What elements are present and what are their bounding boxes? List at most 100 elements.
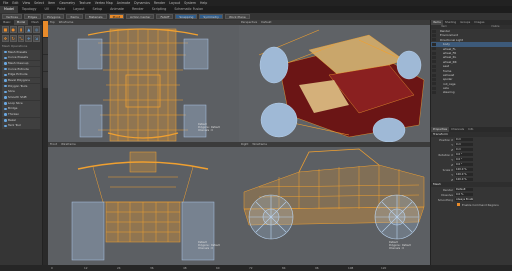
menu-item-edit[interactable]: Edit — [12, 1, 18, 5]
visibility-eye-icon[interactable] — [432, 56, 436, 60]
left-tool-item[interactable]: Smooth Shift — [2, 95, 40, 101]
properties-tab-info[interactable]: Info — [466, 127, 475, 132]
left-tab-model[interactable]: Model — [14, 20, 28, 25]
property-value-field[interactable]: 0 m — [455, 142, 473, 147]
properties-tab-channels[interactable]: Channels — [449, 127, 466, 132]
property-value-field[interactable]: 0 m — [455, 137, 473, 142]
left-tool-item[interactable]: Polygon Tools — [2, 83, 40, 89]
layout-tab-uv[interactable]: UV — [40, 6, 53, 13]
property-value-field[interactable]: 0.0 % — [455, 192, 473, 197]
toolbar-button-items[interactable]: Items — [66, 14, 83, 19]
toolbar-button-polygons[interactable]: Polygons — [43, 14, 65, 19]
toolbar-button-edges[interactable]: Edges — [23, 14, 42, 19]
menu-item-geometry[interactable]: Geometry — [59, 1, 75, 5]
move-icon[interactable]: ✥ — [2, 35, 9, 42]
menu-item-dynamics[interactable]: Dynamics — [134, 1, 150, 5]
viewport-front[interactable]: Front Wireframe Default Polygons : Defau… — [48, 142, 239, 265]
transform-icon[interactable]: ✛ — [25, 35, 33, 42]
item-list-row[interactable]: steering — [431, 90, 512, 94]
left-tool-item[interactable]: Slice — [2, 89, 40, 95]
menu-item-vertex-map[interactable]: Vertex Map — [95, 1, 113, 5]
left-tool-item[interactable]: Curve Extrude — [2, 66, 40, 72]
menu-item-texture[interactable]: Texture — [79, 1, 91, 5]
layout-tab-model[interactable]: Model — [0, 6, 18, 13]
property-value-field[interactable]: 0 m — [455, 147, 473, 152]
scale-icon[interactable]: ⤡ — [17, 35, 25, 42]
menu-item-render[interactable]: Render — [154, 1, 165, 5]
layout-tab-render[interactable]: Render — [128, 6, 148, 13]
property-value-field[interactable]: 0.0 ° — [455, 162, 473, 167]
visibility-eye-icon[interactable] — [432, 60, 436, 64]
menu-item-file[interactable]: File — [3, 1, 8, 5]
visibility-eye-icon[interactable] — [432, 64, 436, 68]
toolbar-button-action-center[interactable]: Action Center — [126, 14, 155, 19]
visibility-eye-icon[interactable] — [432, 77, 436, 81]
cylinder-icon[interactable]: ▮ — [17, 26, 25, 33]
menu-item-animate[interactable]: Animate — [117, 1, 130, 5]
element-move-icon[interactable]: ⇲ — [33, 35, 40, 42]
column-visible[interactable]: Visible — [491, 25, 499, 29]
layout-tab-layout[interactable]: Layout — [69, 6, 88, 13]
left-tool-item[interactable]: Bevel Polygons — [2, 77, 40, 84]
menu-item-system[interactable]: System — [184, 1, 196, 5]
visibility-eye-icon[interactable] — [432, 29, 436, 33]
menu-item-item[interactable]: Item — [48, 1, 55, 5]
left-tool-item[interactable]: Curve Presets — [2, 55, 40, 61]
left-tool-item[interactable]: Mesh Presets — [2, 49, 40, 55]
visibility-eye-icon[interactable] — [432, 82, 436, 86]
left-tool-item[interactable]: Tack Tool — [2, 123, 40, 129]
viewport-top[interactable]: Top Wireframe Default Polygons : Default… — [48, 20, 239, 142]
property-value-field[interactable]: 100.0 % — [455, 177, 473, 182]
left-tool-panel: Basic Model Mesh ■ ● ▮ ▲ ◎ ✥ ↻ ⤡ ✛ ⇲ Mesh … — [0, 20, 43, 265]
layout-tab-paint[interactable]: Paint — [53, 6, 69, 13]
visibility-eye-icon[interactable] — [432, 73, 436, 77]
left-tool-item[interactable]: Mesh Cleanup — [2, 60, 40, 67]
menu-item-select[interactable]: Select — [34, 1, 44, 5]
property-value-field[interactable]: 100.0 % — [455, 172, 473, 177]
enable-command-regions-checkbox[interactable] — [457, 203, 460, 206]
visibility-eye-icon[interactable] — [432, 86, 436, 90]
layout-tab-topology[interactable]: Topology — [18, 6, 41, 13]
menu-item-view[interactable]: View — [23, 1, 31, 5]
timeline[interactable]: 0 12 24 36 48 60 72 84 96 108 120 — [48, 265, 430, 271]
left-tool-item[interactable]: Loop Slice — [2, 100, 40, 106]
visibility-eye-icon[interactable] — [432, 51, 436, 55]
property-value-field[interactable]: 0.0 ° — [455, 152, 473, 157]
viewport-right[interactable]: Right Wireframe Default Polygons : Defau… — [239, 142, 430, 265]
rotate-icon[interactable]: ↻ — [9, 35, 17, 42]
torus-icon[interactable]: ◎ — [33, 26, 40, 33]
menu-item-help[interactable]: Help — [200, 1, 207, 5]
layout-tab-animate[interactable]: Animate — [106, 6, 128, 13]
property-value-field[interactable]: Default — [455, 187, 473, 192]
visibility-eye-icon[interactable] — [432, 42, 436, 46]
toolbar-button-falloff[interactable]: Falloff — [156, 14, 174, 19]
left-tool-item[interactable]: Bezel — [2, 117, 40, 123]
toolbar-button-pivot[interactable]: Pivot — [108, 14, 124, 19]
property-value-field[interactable]: 100.0 % — [455, 167, 473, 172]
layout-tab-scripting[interactable]: Scripting — [148, 6, 171, 13]
toolbar-button-work-plane[interactable]: Work Plane — [224, 14, 250, 19]
visibility-eye-icon[interactable] — [432, 69, 436, 73]
sphere-icon[interactable]: ● — [9, 26, 17, 33]
left-tool-item[interactable]: Thicken — [2, 112, 40, 118]
left-tab-mesh[interactable]: Mesh — [28, 20, 42, 25]
visibility-eye-icon[interactable] — [432, 34, 436, 38]
cube-icon[interactable]: ■ — [2, 26, 9, 33]
cone-icon[interactable]: ▲ — [25, 26, 33, 33]
layout-tab-schematic-fusion[interactable]: Schematic Fusion — [170, 6, 207, 13]
property-value-field[interactable]: Always Enabled — [455, 197, 473, 202]
property-value-field[interactable]: 0.0 ° — [455, 157, 473, 162]
toolbar-button-vertices[interactable]: Vertices — [2, 14, 22, 19]
layout-tab-setup[interactable]: Setup — [89, 6, 107, 13]
toolbar-button-snapping[interactable]: Snapping — [175, 14, 198, 19]
visibility-eye-icon[interactable] — [432, 38, 436, 42]
left-tab-basic[interactable]: Basic — [0, 20, 14, 25]
toolbar-button-materials[interactable]: Materials — [84, 14, 107, 19]
toolbar-button-symmetry[interactable]: Symmetry — [199, 14, 223, 19]
menu-item-layout[interactable]: Layout — [169, 1, 180, 5]
visibility-eye-icon[interactable] — [432, 91, 436, 95]
left-tool-item[interactable]: Edge Extrude — [2, 72, 40, 78]
viewport-perspective[interactable]: Perspective Default — [239, 20, 430, 142]
left-tool-item[interactable]: Bridge — [2, 106, 40, 112]
visibility-eye-icon[interactable] — [432, 47, 436, 51]
